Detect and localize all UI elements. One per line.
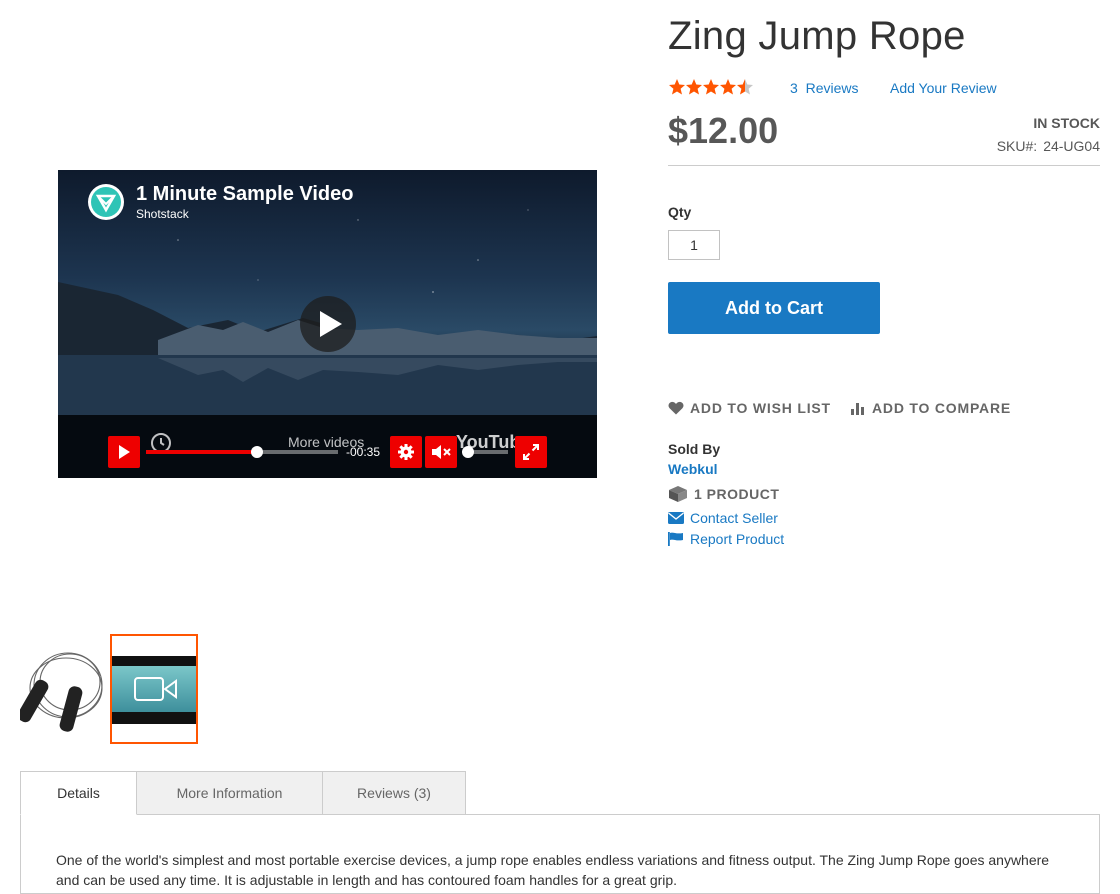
qty-label: Qty	[668, 204, 692, 220]
time-remaining: -00:35	[346, 445, 381, 459]
report-product-label: Report Product	[690, 531, 785, 547]
product-title: Zing Jump Rope	[668, 14, 966, 58]
seller-link[interactable]: Webkul	[668, 461, 718, 477]
report-product-link[interactable]: Report Product	[668, 531, 784, 547]
wish-list-label: ADD TO WISH LIST	[690, 400, 831, 416]
sold-by-label: Sold By	[668, 441, 721, 457]
tab-reviews[interactable]: Reviews (3)	[322, 771, 466, 815]
watch-later-icon[interactable]	[150, 432, 172, 459]
video-channel[interactable]: Shotstack	[136, 207, 189, 221]
envelope-icon	[668, 512, 684, 524]
add-to-compare-link[interactable]: ADD TO COMPARE	[850, 400, 1011, 416]
volume-handle[interactable]	[462, 446, 474, 458]
rating-stars	[668, 78, 756, 96]
progress-fill	[146, 450, 258, 454]
play-icon	[119, 445, 130, 459]
fullscreen-icon	[523, 444, 539, 460]
bar-chart-icon	[851, 403, 864, 415]
gear-icon	[398, 444, 414, 460]
jump-rope-image	[17, 652, 103, 732]
play-icon	[320, 311, 342, 337]
sku-value: 24-UG04	[1043, 138, 1100, 154]
sku: SKU#: 24-UG04	[997, 138, 1100, 154]
play-overlay-button[interactable]	[300, 296, 356, 352]
play-button[interactable]	[108, 436, 140, 468]
add-to-cart-button[interactable]: Add to Cart	[668, 282, 880, 334]
thumbnail-image-jump-rope[interactable]	[17, 640, 106, 740]
tab-more-information[interactable]: More Information	[136, 771, 323, 815]
volume-muted-icon	[432, 445, 451, 459]
video-player[interactable]: 1 Minute Sample Video Shotstack More vid…	[58, 170, 597, 478]
settings-button[interactable]	[390, 436, 422, 468]
channel-logo[interactable]	[88, 184, 124, 220]
video-camera-icon	[134, 677, 177, 701]
mute-button[interactable]	[425, 436, 457, 468]
compare-label: ADD TO COMPARE	[872, 400, 1012, 416]
thumbnail-video[interactable]	[110, 634, 198, 744]
star-rating-icon	[669, 79, 753, 95]
divider	[668, 165, 1100, 166]
product-description: One of the world's simplest and most por…	[56, 852, 1050, 888]
product-count-label: 1 PRODUCT	[694, 486, 780, 502]
contact-seller-link[interactable]: Contact Seller	[668, 510, 778, 526]
add-to-wish-list-link[interactable]: ADD TO WISH LIST	[668, 400, 831, 416]
box-icon	[669, 486, 687, 502]
seller-product-count[interactable]: 1 PRODUCT	[668, 485, 779, 503]
tab-details[interactable]: Details	[20, 771, 137, 815]
product-price: $12.00	[668, 110, 779, 151]
video-title[interactable]: 1 Minute Sample Video	[136, 183, 353, 206]
reviews-count: 3	[790, 80, 798, 96]
stock-status: IN STOCK	[1033, 115, 1100, 131]
heart-icon	[668, 401, 684, 415]
reviews-link[interactable]: 3 Reviews	[790, 80, 858, 96]
qty-input[interactable]	[668, 230, 720, 260]
reviews-label: Reviews	[805, 80, 859, 96]
add-review-link[interactable]: Add Your Review	[890, 80, 997, 96]
sku-label: SKU#:	[996, 138, 1038, 154]
flag-icon	[668, 532, 683, 546]
shotstack-logo-icon	[91, 187, 121, 217]
fullscreen-button[interactable]	[515, 436, 547, 468]
contact-seller-label: Contact Seller	[690, 510, 778, 526]
